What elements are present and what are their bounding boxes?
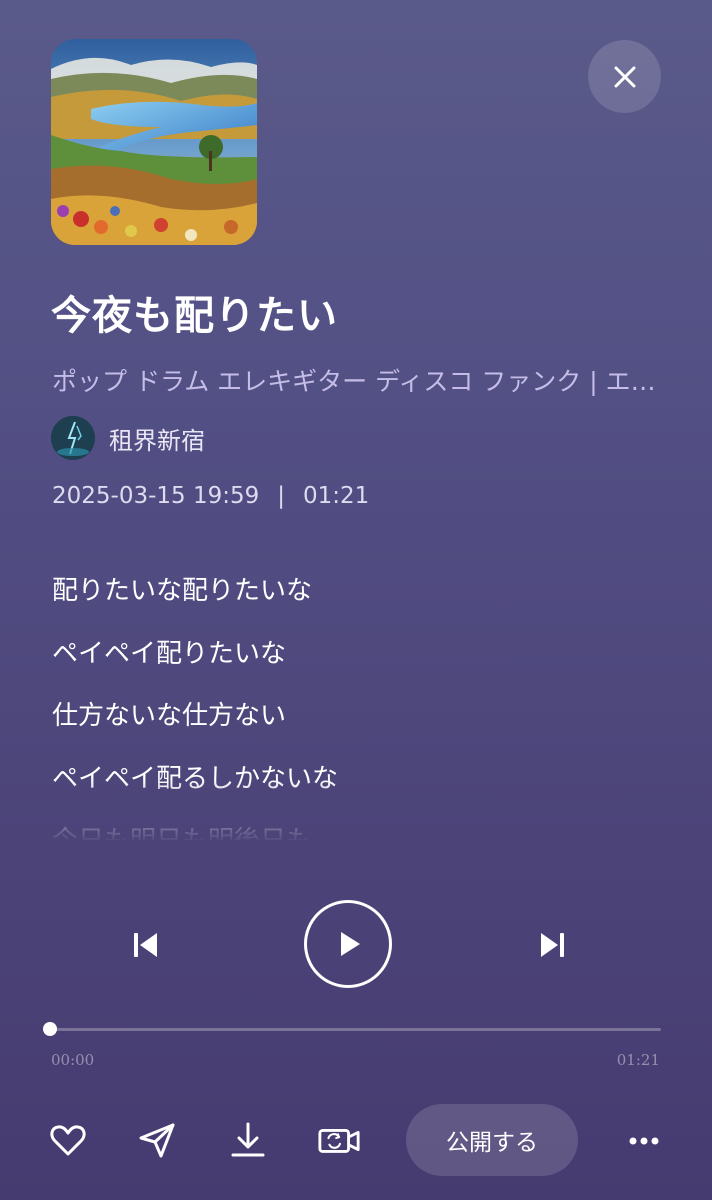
lyric-line: 今日も明日も明後日も <box>52 810 662 840</box>
progress-track[interactable] <box>50 1028 661 1031</box>
share-button[interactable] <box>135 1118 179 1162</box>
artist-avatar[interactable] <box>51 416 95 460</box>
progress-bar[interactable] <box>43 1018 661 1040</box>
more-button[interactable] <box>622 1118 666 1162</box>
lyric-line: 配りたいな配りたいな <box>52 576 313 606</box>
previous-button[interactable] <box>120 920 170 970</box>
progress-handle[interactable] <box>43 1022 57 1036</box>
video-button[interactable] <box>317 1118 361 1162</box>
song-meta: 2025-03-15 19:59 | 01:21 <box>52 483 369 509</box>
close-icon <box>614 66 635 87</box>
play-icon <box>341 932 360 956</box>
album-cover <box>51 39 257 245</box>
skip-previous-icon <box>134 933 157 957</box>
publish-button[interactable]: 公開する <box>406 1104 578 1176</box>
like-button[interactable] <box>46 1118 90 1162</box>
heart-icon <box>50 1125 86 1156</box>
more-dots-icon <box>629 1137 659 1145</box>
song-title: 今夜も配りたい <box>51 293 338 339</box>
next-button[interactable] <box>528 920 578 970</box>
close-button[interactable] <box>588 40 661 113</box>
download-icon <box>231 1122 265 1157</box>
lyric-line: ペイペイ配るしかないな <box>52 763 339 794</box>
play-button[interactable] <box>304 900 392 988</box>
download-button[interactable] <box>226 1118 270 1162</box>
created-date: 2025-03-15 19:59 <box>52 483 260 509</box>
lyrics-panel[interactable]: 配りたいな配りたいな ペイペイ配りたいな 仕方ないな仕方ない ペイペイ配るしかな… <box>52 560 662 840</box>
artist-name[interactable]: 租界新宿 <box>109 421 205 456</box>
total-time: 01:21 <box>616 1051 660 1069</box>
skip-next-icon <box>541 933 564 957</box>
artist-row[interactable]: 租界新宿 <box>51 416 205 460</box>
lyric-line: ペイペイ配りたいな <box>52 638 287 669</box>
paper-plane-icon <box>139 1123 175 1158</box>
song-duration: 01:21 <box>303 483 370 509</box>
current-time: 00:00 <box>51 1051 95 1069</box>
video-camera-icon <box>318 1129 360 1153</box>
song-tags: ポップ ドラム エレキギター ディスコ ファンク | エ… <box>52 367 656 396</box>
meta-separator: | <box>277 483 286 509</box>
lyric-line: 仕方ないな仕方ない <box>52 701 287 731</box>
